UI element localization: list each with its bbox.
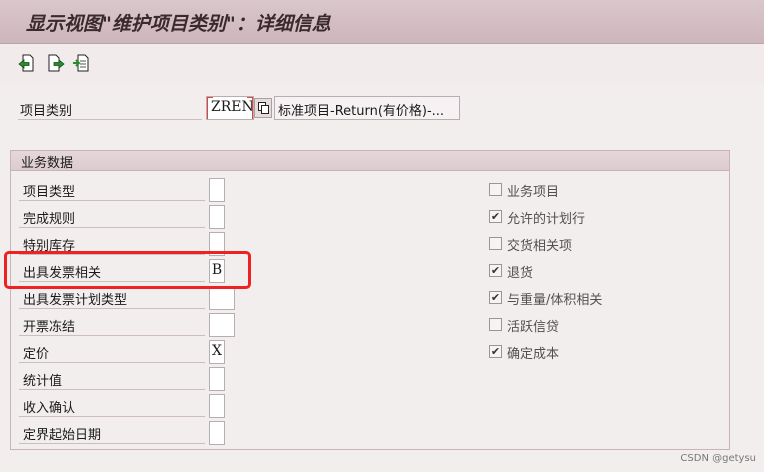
item-category-row: 项目类别 ZREN 标准项目-Return(有价格)-...: [18, 96, 460, 122]
special-stock-field[interactable]: [209, 232, 225, 256]
checkbox[interactable]: ✔: [489, 345, 502, 358]
checkbox-label: 活跃信贷: [507, 320, 560, 335]
checkbox-label: 退货: [507, 266, 534, 281]
checkbox[interactable]: ✔: [489, 264, 502, 277]
revenue-recognition-field[interactable]: [209, 394, 225, 418]
field-label: 定界起始日期: [23, 428, 102, 443]
label-underline: [18, 119, 202, 120]
field-row: 项目类型: [19, 177, 249, 202]
window-title: 显示视图"维护项目类别"：详细信息: [26, 13, 331, 35]
checkbox-credit-active[interactable]: 活跃信贷: [489, 315, 689, 335]
field-label: 收入确认: [23, 401, 76, 416]
field-label: 定价: [23, 347, 50, 362]
billing-relevance-field[interactable]: B: [209, 259, 225, 283]
checkbox[interactable]: [489, 237, 502, 250]
item-category-label: 项目类别: [20, 104, 73, 119]
accrual-start-date-field[interactable]: [209, 421, 225, 445]
field-row: 完成规则: [19, 204, 249, 229]
field-label: 开票冻结: [23, 320, 76, 335]
checkbox[interactable]: [489, 318, 502, 331]
completion-rule-field[interactable]: [209, 205, 225, 229]
field-row: 收入确认: [19, 393, 249, 418]
business-data-group: 业务数据 项目类型 完成规则 特别库存 出具发票相关 B 出具发票计划类型 开票…: [10, 150, 730, 450]
field-label: 项目类型: [23, 185, 76, 200]
next-entry-icon[interactable]: [47, 54, 65, 72]
label-underline: [19, 281, 205, 282]
item-category-field[interactable]: ZREN: [206, 96, 254, 120]
label-underline: [19, 389, 205, 390]
checkbox-label: 与重量/体积相关: [507, 293, 603, 308]
toolbar: [0, 44, 764, 84]
label-underline: [19, 254, 205, 255]
copy-icon[interactable]: [254, 98, 272, 118]
watermark: CSDN @getysu: [680, 453, 756, 464]
checkbox-schedule-lines-allowed[interactable]: ✔ 允许的计划行: [489, 207, 689, 227]
label-underline: [19, 362, 205, 363]
field-row: 开票冻结: [19, 312, 249, 337]
group-header: 业务数据: [11, 151, 729, 171]
title-bar: 显示视图"维护项目类别"：详细信息: [0, 0, 764, 44]
field-row: 定界起始日期: [19, 420, 249, 445]
label-underline: [19, 416, 205, 417]
field-row: 特别库存: [19, 231, 249, 256]
checkbox-label: 交货相关项: [507, 239, 573, 254]
field-row: 统计值: [19, 366, 249, 391]
field-label: 完成规则: [23, 212, 76, 227]
field-row: 出具发票相关 B: [19, 258, 249, 283]
previous-entry-icon[interactable]: [18, 54, 36, 72]
field-row: 定价 X: [19, 339, 249, 364]
billing-plan-type-field[interactable]: [209, 286, 235, 310]
checkbox[interactable]: ✔: [489, 210, 502, 223]
item-category-description: 标准项目-Return(有价格)-...: [274, 96, 460, 120]
checkbox-delivery-relevant[interactable]: 交货相关项: [489, 234, 689, 254]
label-underline: [19, 308, 205, 309]
other-entry-icon[interactable]: [72, 54, 90, 72]
field-label: 统计值: [23, 374, 63, 389]
label-underline: [19, 227, 205, 228]
checkbox[interactable]: ✔: [489, 291, 502, 304]
label-underline: [19, 200, 205, 201]
group-title: 业务数据: [21, 156, 74, 171]
checkbox-weight-volume-relevant[interactable]: ✔ 与重量/体积相关: [489, 288, 689, 308]
checkbox[interactable]: [489, 183, 502, 196]
billing-block-field[interactable]: [209, 313, 235, 337]
checkbox-returns[interactable]: ✔ 退货: [489, 261, 689, 281]
field-label: 特别库存: [23, 239, 76, 254]
checkbox-business-item[interactable]: 业务项目: [489, 180, 689, 200]
field-label: 出具发票相关: [23, 266, 102, 281]
checkbox-determine-cost[interactable]: ✔ 确定成本: [489, 342, 689, 362]
checkbox-label: 允许的计划行: [507, 212, 586, 227]
field-label: 出具发票计划类型: [23, 293, 128, 308]
item-type-field[interactable]: [209, 178, 225, 202]
pricing-field[interactable]: X: [209, 340, 225, 364]
checkbox-label: 业务项目: [507, 185, 560, 200]
field-row: 出具发票计划类型: [19, 285, 249, 310]
checkbox-label: 确定成本: [507, 347, 560, 362]
statistical-value-field[interactable]: [209, 367, 225, 391]
label-underline: [19, 335, 205, 336]
label-underline: [19, 443, 205, 444]
